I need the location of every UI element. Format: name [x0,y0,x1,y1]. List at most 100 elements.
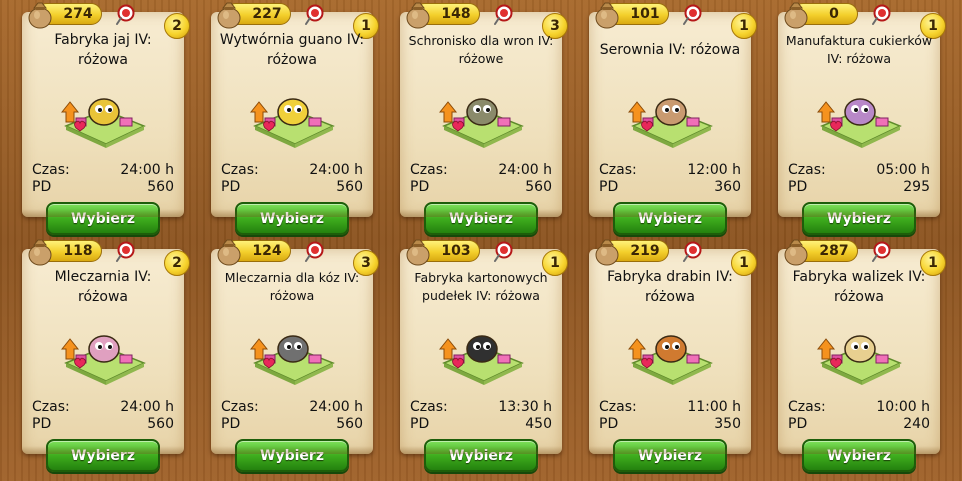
map-pin-icon[interactable] [681,4,703,26]
coin-sack-icon [217,2,241,29]
pd-label: PD [32,179,52,195]
pd-row: PD 240 [788,416,930,433]
goat-dairy-icon [249,335,335,385]
coin-sack-icon [595,2,619,29]
time-value: 12:00 h [687,162,741,178]
time-label: Czas: [410,162,448,178]
time-value: 24:00 h [309,399,363,415]
time-row: Czas: 13:30 h [410,399,552,416]
select-button[interactable]: Wybierz [613,202,727,235]
pd-value: 560 [336,179,363,195]
pd-label: PD [788,416,808,432]
map-pin-icon[interactable] [870,241,892,263]
building-card: 118 2 Mleczarnia IV: różowa Czas: 24:00 … [22,239,190,472]
select-button[interactable]: Wybierz [802,202,916,235]
price-value: 148 [441,6,471,22]
building-title: Mleczarnia dla kóz IV: różowa [224,270,360,303]
select-button[interactable]: Wybierz [802,439,916,472]
time-value: 24:00 h [498,162,552,178]
map-pin-icon[interactable] [114,241,136,263]
coin-sack-icon [217,239,241,266]
select-button[interactable]: Wybierz [46,439,160,472]
coin-sack-icon [595,239,619,266]
pd-row: PD 360 [599,179,741,196]
pd-label: PD [599,179,619,195]
time-label: Czas: [221,162,259,178]
pd-label: PD [788,179,808,195]
price-value: 287 [819,243,849,259]
building-title: Fabryka walizek IV: różowa [792,269,926,305]
building-card: 287 1 Fabryka walizek IV: różowa Czas: 1… [778,239,946,472]
building-card: 124 3 Mleczarnia dla kóz IV: różowa Czas… [211,239,379,472]
building-title: Fabryka kartonowych pudełek IV: różowa [414,270,548,303]
pd-value: 560 [525,179,552,195]
map-pin-icon[interactable] [114,4,136,26]
crow-shelter-icon [438,98,524,148]
building-title: Fabryka drabin IV: różowa [607,269,733,305]
time-value: 11:00 h [687,399,741,415]
dairy-icon [60,335,146,385]
map-pin-icon[interactable] [681,241,703,263]
coin-sack-icon [406,2,430,29]
time-label: Czas: [32,399,70,415]
select-button[interactable]: Wybierz [424,202,538,235]
time-label: Czas: [221,399,259,415]
pd-label: PD [32,416,52,432]
pd-row: PD 560 [410,179,552,196]
time-row: Czas: 24:00 h [32,162,174,179]
select-button[interactable]: Wybierz [235,439,349,472]
price-value: 103 [441,243,471,259]
pd-value: 560 [147,179,174,195]
price-value: 118 [63,243,93,259]
time-value: 13:30 h [498,399,552,415]
pd-row: PD 560 [221,179,363,196]
map-pin-icon[interactable] [303,4,325,26]
pd-row: PD 560 [32,416,174,433]
map-pin-icon[interactable] [870,4,892,26]
candy-factory-icon [816,98,902,148]
pd-row: PD 560 [32,179,174,196]
cheese-dairy-icon [627,98,713,148]
building-card: 0 1 Manufaktura cukierków IV: różowa Cza… [778,2,946,235]
building-card: 103 1 Fabryka kartonowych pudełek IV: ró… [400,239,568,472]
time-label: Czas: [32,162,70,178]
pd-row: PD 560 [221,416,363,433]
pd-label: PD [599,416,619,432]
map-pin-icon[interactable] [492,241,514,263]
select-button[interactable]: Wybierz [424,439,538,472]
pd-label: PD [410,179,430,195]
building-title: Fabryka jaj IV: różowa [54,32,152,68]
price-value: 101 [630,6,660,22]
select-button[interactable]: Wybierz [235,202,349,235]
time-label: Czas: [410,399,448,415]
pd-value: 295 [903,179,930,195]
building-title: Mleczarnia IV: różowa [54,269,152,305]
coin-sack-icon [784,2,808,29]
time-value: 24:00 h [120,162,174,178]
time-value: 10:00 h [876,399,930,415]
price-value: 124 [252,243,282,259]
pd-value: 560 [336,416,363,432]
pd-value: 360 [714,179,741,195]
pd-label: PD [221,416,241,432]
pd-value: 240 [903,416,930,432]
select-button[interactable]: Wybierz [46,202,160,235]
map-pin-icon[interactable] [492,4,514,26]
pd-value: 450 [525,416,552,432]
price-value: 0 [829,6,839,22]
coin-sack-icon [406,239,430,266]
time-label: Czas: [599,162,637,178]
time-label: Czas: [788,399,826,415]
map-pin-icon[interactable] [303,241,325,263]
time-value: 05:00 h [876,162,930,178]
guano-factory-icon [249,98,335,148]
pd-label: PD [221,179,241,195]
pd-row: PD 450 [410,416,552,433]
chicken-farm-icon [60,98,146,148]
time-row: Czas: 24:00 h [221,162,363,179]
pd-label: PD [410,416,430,432]
suitcase-factory-icon [816,335,902,385]
building-title: Wytwórnia guano IV: różowa [219,32,365,68]
building-title: Manufaktura cukierków IV: różowa [785,33,933,66]
select-button[interactable]: Wybierz [613,439,727,472]
